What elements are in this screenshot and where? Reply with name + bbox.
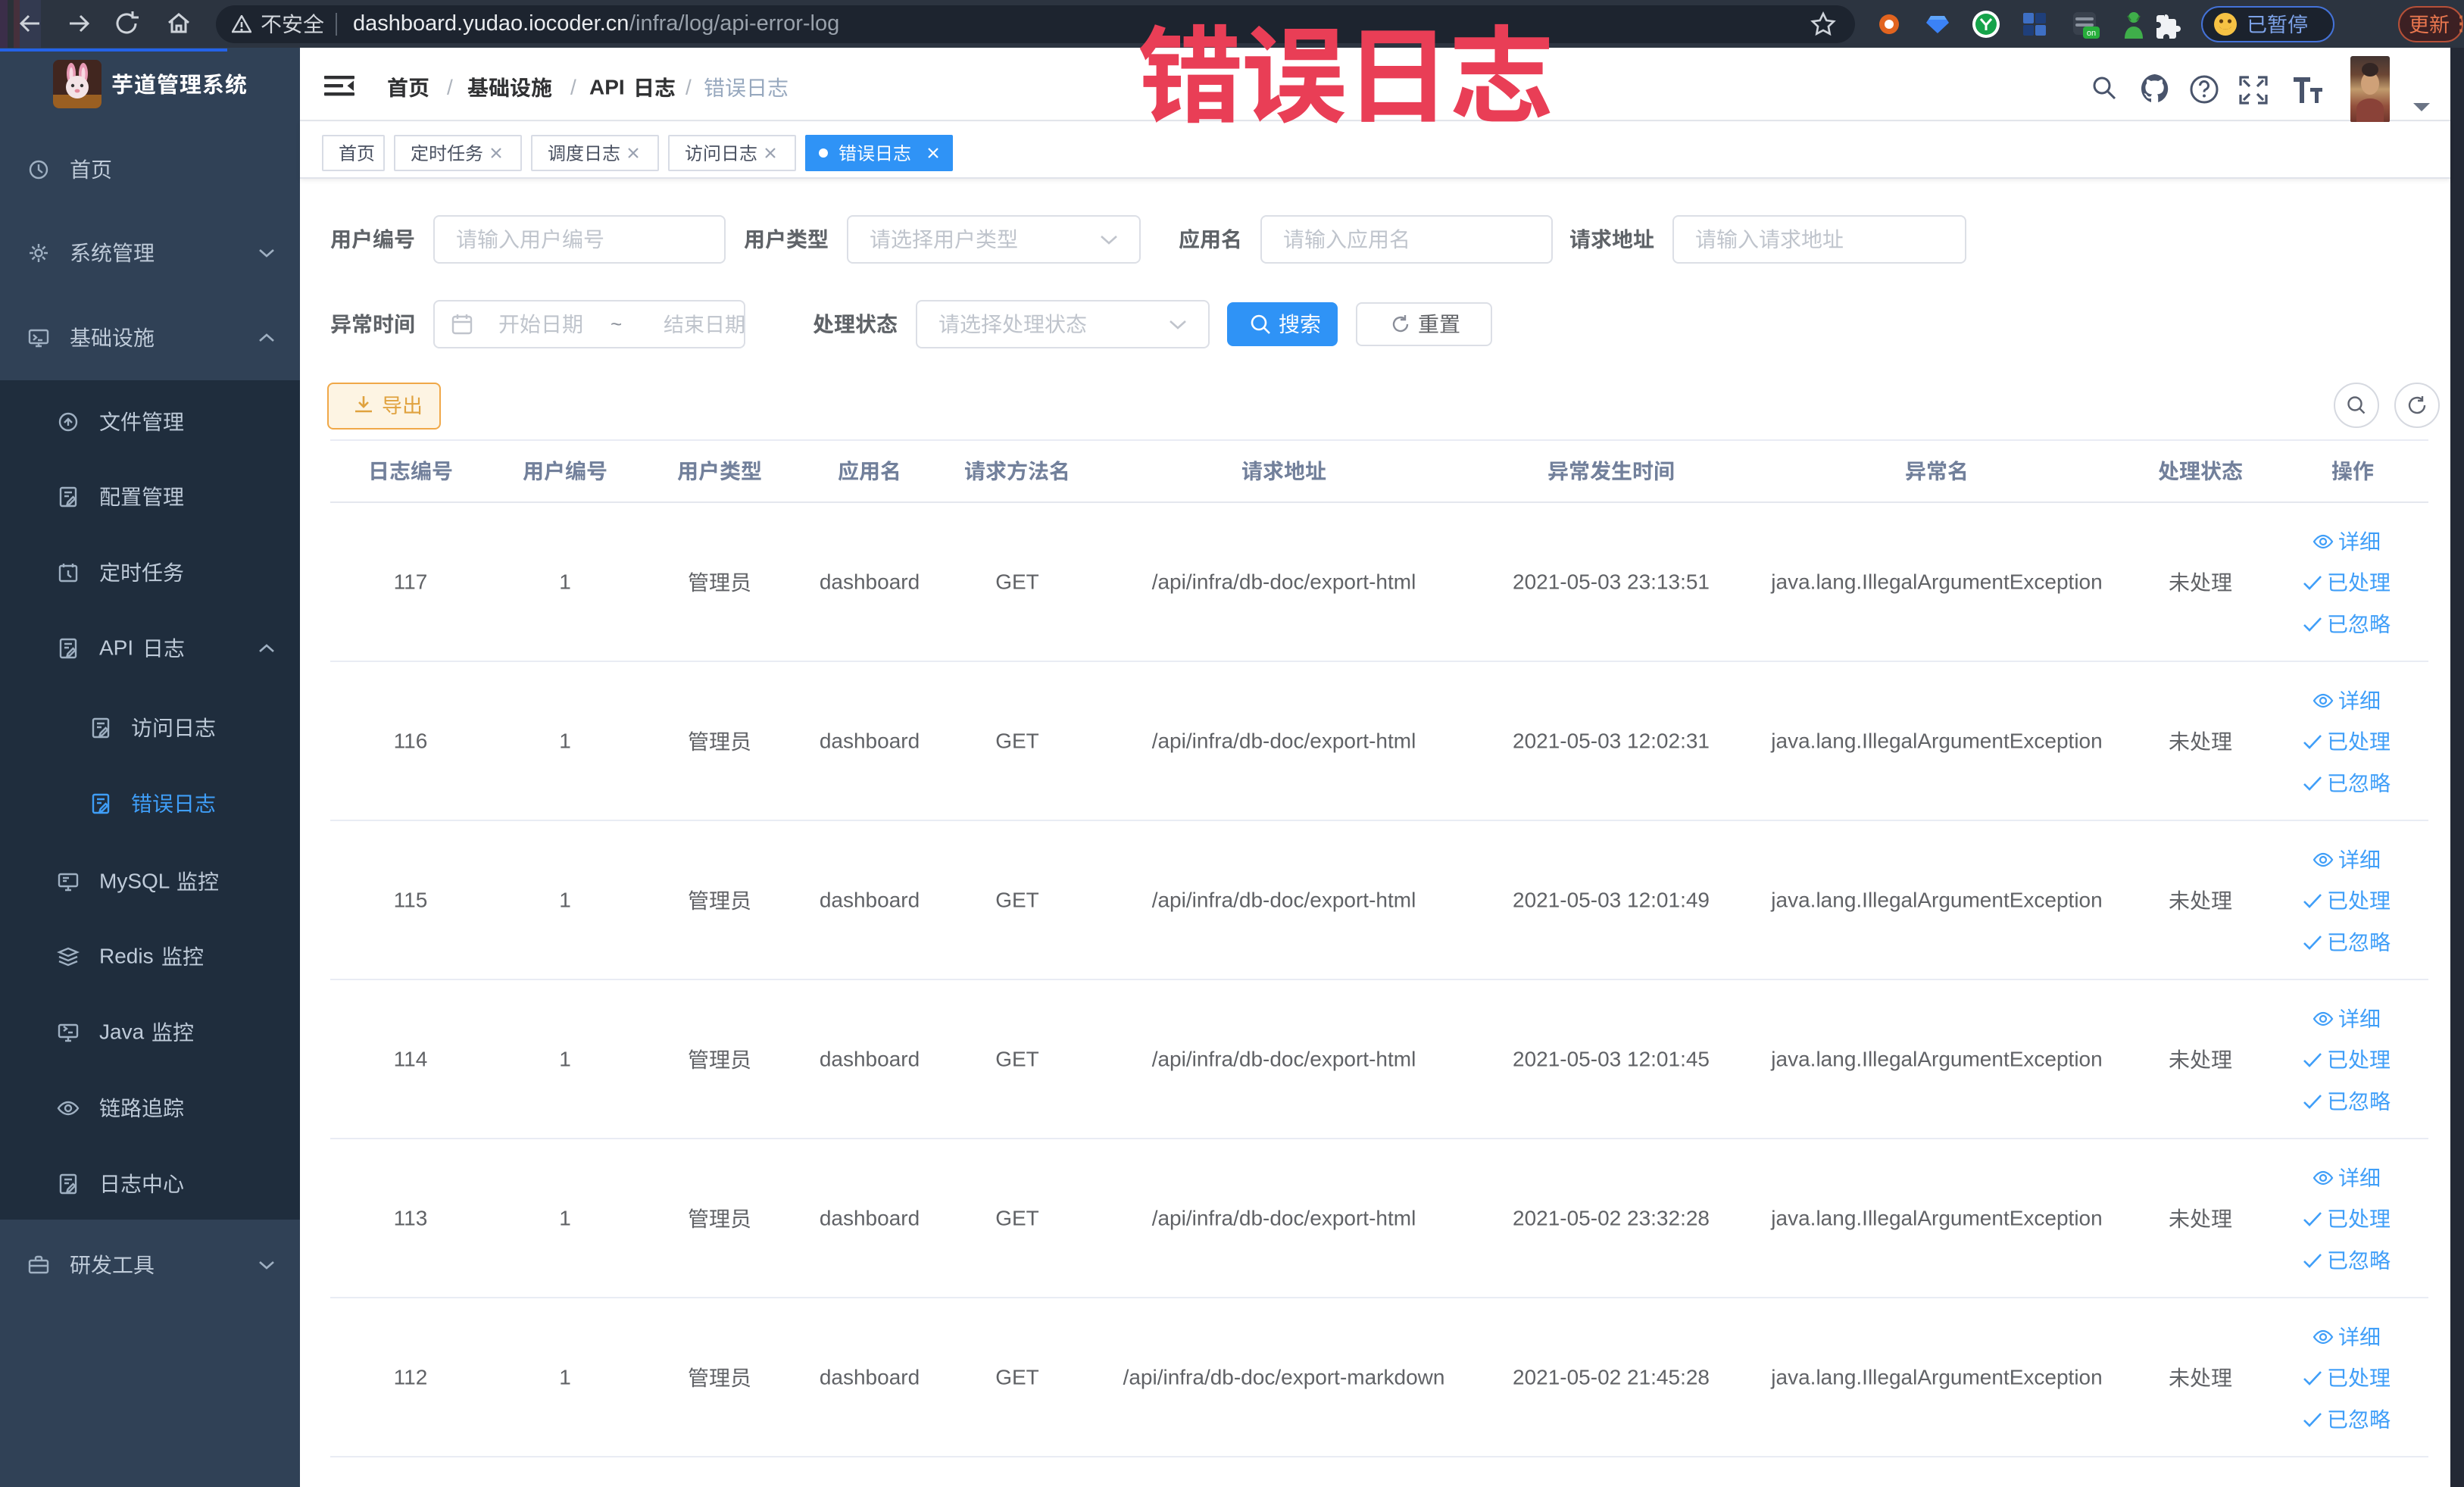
svg-text:on: on [2087, 29, 2096, 38]
